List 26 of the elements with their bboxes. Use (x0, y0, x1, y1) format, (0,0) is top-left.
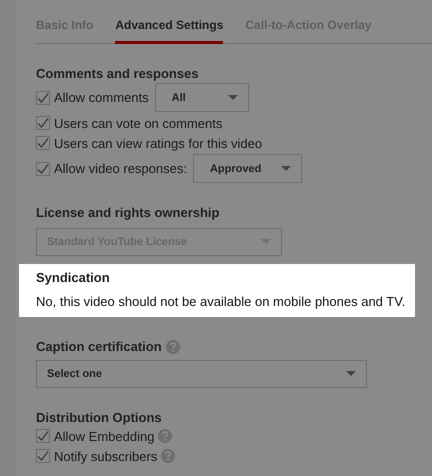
section-heading: Caption certification (36, 339, 162, 354)
option-label: Users can vote on comments (54, 116, 222, 130)
checkbox[interactable] (36, 90, 50, 104)
syndication-text: No, this video should not be available on mobile phones and TV. (36, 294, 406, 309)
option-label: Allow comments (54, 90, 149, 105)
section-heading: Comments and responses (36, 66, 200, 81)
checkbox[interactable] (36, 136, 50, 150)
option-label: Allow Embedding (54, 428, 154, 444)
checkbox[interactable] (36, 429, 50, 443)
section-heading: License and rights ownership (36, 205, 220, 220)
section-heading: Distribution Options (36, 410, 163, 425)
caret-icon (346, 371, 356, 377)
option-label: Users can view ratings for this video (54, 136, 262, 150)
caret-icon (261, 239, 271, 245)
checkbox[interactable] (36, 162, 50, 176)
dropdown[interactable]: Approved (192, 154, 302, 183)
dropdown[interactable]: All (154, 83, 249, 112)
select-field[interactable]: Select one (36, 360, 367, 388)
caret-icon (228, 94, 238, 100)
checkbox[interactable] (36, 449, 50, 463)
option-label: Notify subscribers (54, 448, 158, 464)
checkbox[interactable] (36, 116, 50, 130)
section-heading: Syndication (36, 270, 111, 285)
option-label: Allow video responses: (54, 161, 187, 176)
caret-icon (281, 166, 292, 172)
tab[interactable]: Advanced Settings (115, 14, 224, 44)
